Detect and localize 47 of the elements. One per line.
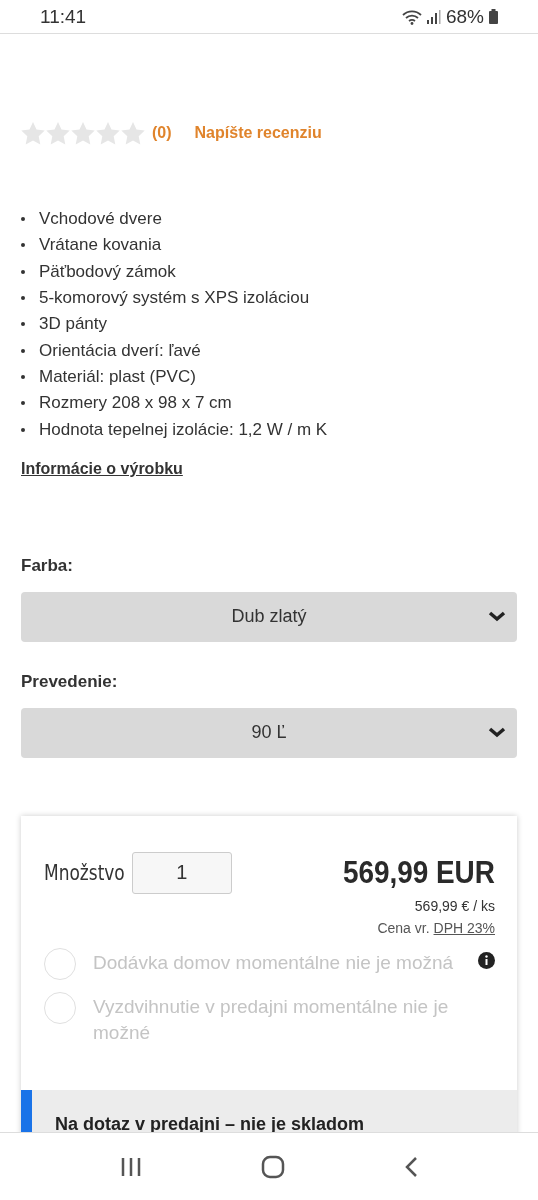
product-info-link[interactable]: Informácie o výrobku — [21, 459, 183, 478]
wifi-icon — [401, 8, 422, 25]
bullet-icon — [21, 322, 25, 327]
star-icon — [21, 121, 45, 145]
back-icon[interactable] — [404, 1155, 419, 1178]
signal-icon — [426, 9, 441, 24]
option-label: Prevedenie: — [21, 671, 118, 692]
unit-price: 569,99 € / ks — [414, 897, 495, 914]
chevron-down-icon — [488, 610, 506, 622]
feature-text: Materiál: plast (PVC) — [39, 366, 196, 387]
feature-text: Orientácia dverí: ľavé — [39, 340, 201, 361]
vat-note: Cena vr. — [377, 919, 430, 936]
chevron-down-icon — [488, 726, 506, 738]
star-icon — [121, 121, 145, 145]
star-icon — [96, 121, 120, 145]
option-select[interactable]: 90 Ľ — [21, 707, 517, 758]
bullet-icon — [21, 269, 25, 274]
bullet-icon — [21, 401, 25, 406]
bullet-icon — [21, 374, 25, 379]
bullet-icon — [21, 217, 25, 222]
recent-apps-icon[interactable] — [119, 1156, 142, 1177]
battery-icon — [489, 9, 498, 24]
feature-text: Päťbodový zámok — [39, 261, 176, 282]
bullet-icon — [21, 348, 25, 353]
star-icon — [71, 121, 95, 145]
option-label: Farba: — [21, 555, 73, 576]
bullet-icon — [21, 296, 25, 301]
vat-link[interactable]: DPH 23% — [433, 919, 495, 936]
option-select[interactable]: Dub zlatý — [21, 591, 517, 642]
feature-text: Vchodové dvere — [39, 209, 162, 230]
quantity-label: Množstvo — [44, 860, 125, 885]
home-icon[interactable] — [261, 1154, 285, 1179]
feature-text: Rozmery 208 x 98 x 7 cm — [39, 393, 232, 414]
battery-percent: 68% — [445, 5, 484, 28]
bullet-icon — [21, 243, 25, 248]
delivery-option-text: Dodávka domov momentálne nie je možná — [93, 950, 455, 975]
delivery-option-text: Vyzdvihnutie v predajni momentálne nie je možné — [93, 994, 450, 1045]
price: 569,99 EUR — [343, 853, 495, 892]
feature-text: Vrátane kovania — [39, 235, 162, 256]
feature-text: Hodnota tepelnej izolácie: 1,2 W / m K — [39, 419, 328, 440]
feature-text: 5-komorový systém s XPS izoláciou — [39, 288, 310, 309]
quantity-field[interactable]: 1 — [131, 851, 232, 894]
bullet-icon — [21, 427, 25, 432]
status-time: 11:41 — [40, 5, 87, 28]
star-icon — [46, 121, 70, 145]
review-count: (0) — [152, 124, 172, 142]
feature-text: 3D pánty — [39, 314, 108, 335]
